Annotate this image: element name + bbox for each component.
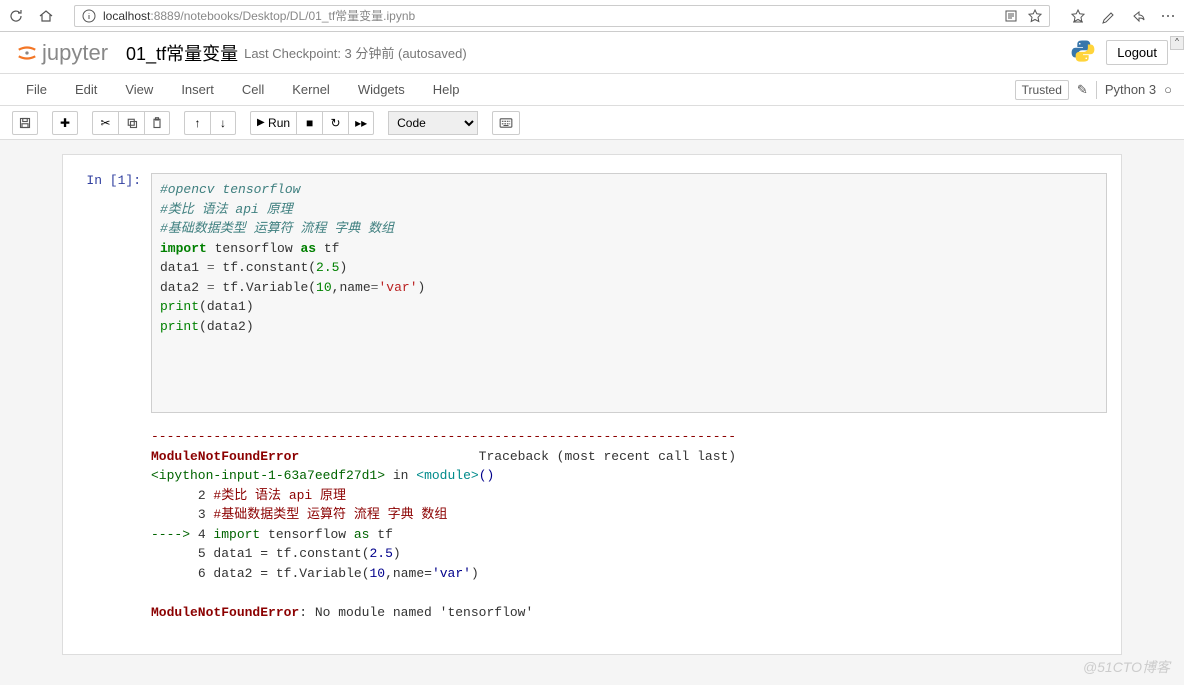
save-button[interactable] [12, 111, 38, 135]
cut-button[interactable]: ✂ [92, 111, 118, 135]
python-logo-icon [1070, 38, 1096, 67]
logout-button[interactable]: Logout [1106, 40, 1168, 65]
interrupt-button[interactable]: ■ [296, 111, 322, 135]
jupyter-header: jupyter 01_tf常量变量 Last Checkpoint: 3 分钟前… [0, 32, 1184, 74]
home-icon[interactable] [38, 8, 54, 24]
paste-button[interactable] [144, 111, 170, 135]
code-cell[interactable]: In [1]: #opencv tensorflow #类比 语法 api 原理… [77, 173, 1107, 413]
edit-icon[interactable]: ✎ [1077, 82, 1088, 98]
checkpoint-text: Last Checkpoint: 3 分钟前 (autosaved) [244, 43, 467, 62]
menu-cell[interactable]: Cell [228, 76, 278, 103]
star-icon[interactable] [1027, 8, 1043, 24]
copy-button[interactable] [118, 111, 144, 135]
restart-button[interactable]: ↻ [322, 111, 348, 135]
kernel-idle-icon: ○ [1164, 82, 1172, 97]
run-button[interactable]: ▶ Run [250, 111, 296, 135]
share-icon[interactable] [1130, 8, 1146, 24]
command-palette-button[interactable] [492, 111, 520, 135]
menu-widgets[interactable]: Widgets [344, 76, 419, 103]
watermark: @51CTO博客 [1083, 657, 1170, 677]
output-cell: ----------------------------------------… [77, 423, 1107, 626]
menu-insert[interactable]: Insert [167, 76, 228, 103]
jupyter-logo[interactable]: jupyter [16, 40, 108, 66]
move-down-button[interactable]: ↓ [210, 111, 236, 135]
kernel-name[interactable]: Python 3 [1105, 82, 1156, 97]
menu-edit[interactable]: Edit [61, 76, 111, 103]
info-icon [81, 8, 97, 24]
trusted-badge[interactable]: Trusted [1015, 80, 1069, 100]
code-input[interactable]: #opencv tensorflow #类比 语法 api 原理 #基础数据类型… [151, 173, 1107, 413]
url-path: :8889/notebooks/Desktop/DL/01_tf常量变量.ipy… [150, 7, 415, 24]
scroll-up-button[interactable]: ^ [1170, 36, 1184, 50]
browser-bar: localhost:8889/notebooks/Desktop/DL/01_t… [0, 0, 1184, 32]
reader-icon[interactable] [1003, 8, 1019, 24]
notebook-container: In [1]: #opencv tensorflow #类比 语法 api 原理… [0, 140, 1184, 685]
refresh-icon[interactable] [8, 8, 24, 24]
menu-help[interactable]: Help [419, 76, 474, 103]
move-up-button[interactable]: ↑ [184, 111, 210, 135]
favorites-icon[interactable] [1070, 8, 1086, 24]
url-host: localhost [103, 9, 150, 23]
error-output: ----------------------------------------… [151, 423, 1107, 626]
toolbar: ✚ ✂ ↑ ↓ ▶ Run ■ ↻ ▸▸ Code [0, 106, 1184, 140]
url-bar[interactable]: localhost:8889/notebooks/Desktop/DL/01_t… [74, 5, 1050, 27]
menu-bar: File Edit View Insert Cell Kernel Widget… [0, 74, 1184, 106]
more-icon[interactable] [1160, 8, 1176, 24]
output-prompt [77, 423, 151, 626]
menu-kernel[interactable]: Kernel [278, 76, 344, 103]
menu-view[interactable]: View [111, 76, 167, 103]
menu-file[interactable]: File [12, 76, 61, 103]
cell-type-select[interactable]: Code [388, 111, 478, 135]
notes-icon[interactable] [1100, 8, 1116, 24]
add-cell-button[interactable]: ✚ [52, 111, 78, 135]
restart-run-button[interactable]: ▸▸ [348, 111, 374, 135]
input-prompt: In [1]: [77, 173, 151, 413]
notebook-title[interactable]: 01_tf常量变量 [126, 40, 238, 66]
